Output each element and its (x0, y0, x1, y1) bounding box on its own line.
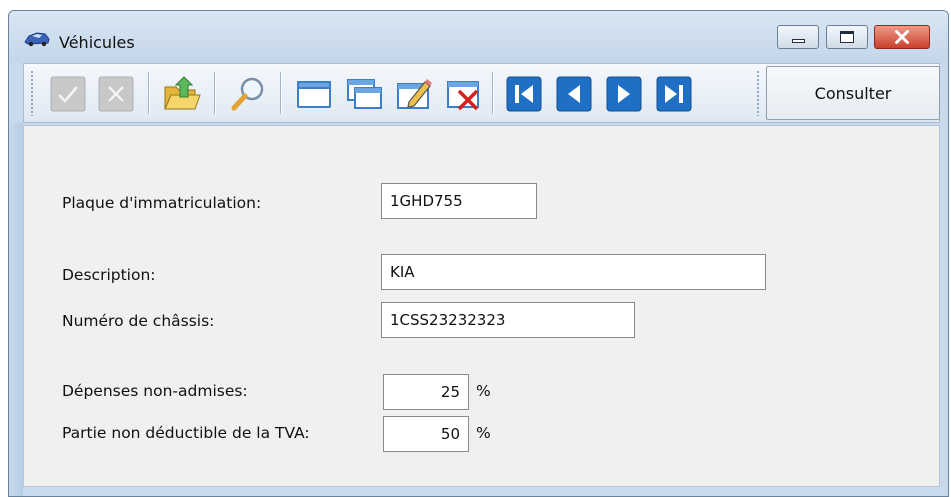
new-button[interactable] (290, 70, 338, 118)
left-panel-edge (9, 123, 23, 496)
expenses-unit: % (476, 382, 491, 400)
toolbar: Consulter (23, 63, 940, 123)
minimize-button[interactable] (777, 25, 819, 49)
toolbar-grip[interactable] (30, 70, 34, 116)
validate-button[interactable] (44, 70, 92, 118)
check-icon (50, 76, 86, 112)
expenses-label: Dépenses non-admises: (62, 382, 248, 400)
car-icon (24, 32, 50, 47)
expenses-field[interactable] (383, 374, 469, 410)
minimize-icon (792, 39, 805, 43)
toolbar-separator (148, 72, 149, 114)
chassis-field[interactable] (381, 302, 635, 338)
x-icon (98, 76, 134, 112)
copy-button[interactable] (340, 70, 388, 118)
title-bar[interactable]: Véhicules (9, 11, 948, 63)
previous-record-button[interactable] (550, 70, 598, 118)
maximize-icon (840, 31, 854, 43)
pencil-window-icon (397, 79, 432, 109)
first-record-icon (506, 76, 542, 112)
vat-field[interactable] (383, 416, 469, 452)
plate-label: Plaque d'immatriculation: (62, 194, 262, 212)
plate-field[interactable] (381, 183, 537, 219)
close-button[interactable] (874, 25, 930, 49)
vat-label: Partie non déductible de la TVA: (62, 424, 310, 442)
next-record-button[interactable] (600, 70, 648, 118)
close-icon (895, 30, 909, 44)
maximize-button[interactable] (826, 25, 868, 49)
description-field[interactable] (381, 254, 766, 290)
previous-record-icon (556, 76, 592, 112)
vehicules-window: Véhicules Consulter Plaque d'immatricula… (8, 10, 949, 497)
window-title: Véhicules (59, 33, 135, 52)
form-panel: Plaque d'immatriculation: Description: N… (23, 125, 940, 487)
toolbar-separator (214, 72, 215, 114)
search-button[interactable] (224, 70, 272, 118)
delete-button[interactable] (440, 70, 488, 118)
magnifier-icon (231, 77, 264, 111)
consult-button[interactable]: Consulter (766, 66, 940, 120)
cancel-button[interactable] (92, 70, 140, 118)
toolbar-grip[interactable] (756, 70, 760, 116)
toolbar-separator (280, 72, 281, 114)
last-record-icon (656, 76, 692, 112)
first-record-button[interactable] (500, 70, 548, 118)
edit-button[interactable] (390, 70, 438, 118)
vat-unit: % (476, 424, 491, 442)
next-record-icon (606, 76, 642, 112)
delete-window-icon (447, 81, 479, 111)
last-record-button[interactable] (650, 70, 698, 118)
chassis-label: Numéro de châssis: (62, 312, 215, 330)
toolbar-separator (492, 72, 493, 114)
description-label: Description: (62, 266, 156, 284)
export-button[interactable] (158, 70, 206, 118)
windows-icon (347, 79, 382, 109)
window-icon (297, 81, 331, 108)
folder-arrow-icon (164, 76, 201, 110)
